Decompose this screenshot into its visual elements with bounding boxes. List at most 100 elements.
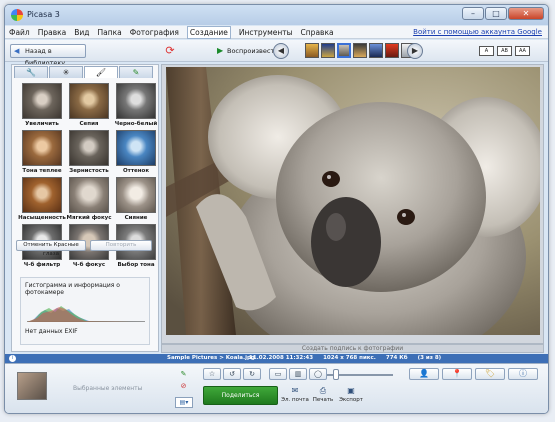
prev-photo-button[interactable]: ◀ — [273, 43, 289, 59]
rotate-left-button[interactable]: ↺ — [223, 368, 241, 380]
menu-bar: Файл Правка Вид Папка Фотография Создани… — [5, 26, 548, 39]
next-photo-button[interactable]: ▶ — [407, 43, 423, 59]
back-to-library-button[interactable]: Назад в библиотеку — [10, 44, 86, 67]
koala-photo[interactable] — [166, 67, 540, 335]
menu-item-edit[interactable]: Правка — [38, 28, 67, 39]
zoom-out-icon[interactable]: ◯ — [309, 368, 327, 380]
menu-item-folder[interactable]: Папка — [98, 28, 122, 39]
effect-bw[interactable]: Черно-белый — [114, 83, 158, 128]
effect-label: Черно-белый — [114, 121, 158, 127]
histogram-graph — [27, 300, 145, 322]
print-action[interactable]: ⎙ Печать — [309, 386, 337, 403]
effect-label: Увеличить — [25, 121, 59, 127]
zoom-slider-handle[interactable] — [333, 369, 339, 380]
caption-toggle-a[interactable]: A — [479, 46, 494, 56]
effect-tint[interactable]: Оттенок — [114, 130, 158, 175]
menu-item-view[interactable]: Вид — [74, 28, 89, 39]
effect-film-grain[interactable]: Зернистость — [67, 130, 111, 175]
effect-glow[interactable]: Сияние — [114, 177, 158, 222]
filmstrip-thumb[interactable] — [369, 43, 383, 58]
export-action[interactable]: ▣ Экспорт — [337, 386, 365, 403]
tab-more-effects[interactable]: ✎ — [119, 66, 153, 78]
view-single-button[interactable]: ▭ — [269, 368, 287, 380]
effect-thumbnail — [69, 130, 109, 166]
undo-redeye-button[interactable]: Отменить Красные глаза — [16, 240, 86, 257]
filmstrip-thumb-selected[interactable] — [337, 43, 351, 58]
effect-thumbnail — [116, 177, 156, 213]
info-icon[interactable]: i — [9, 355, 16, 362]
tab-effects[interactable]: 🖌 — [84, 66, 118, 78]
right-tools: 👤 📍 🏷 ⓘ — [409, 368, 538, 380]
view-compare-button[interactable]: ▥ — [289, 368, 307, 380]
folder-icon: ▣ — [347, 386, 355, 395]
share-button[interactable]: Поделиться — [203, 386, 278, 405]
filmstrip-thumb[interactable] — [305, 43, 319, 58]
tab-tuning[interactable]: ✳ — [49, 66, 83, 78]
export-label: Экспорт — [339, 397, 363, 403]
tag-icon[interactable]: 🏷 — [475, 368, 505, 380]
photo-position: (3 из 8) — [417, 355, 442, 361]
effect-thumbnail — [22, 177, 62, 213]
menu-item-photo[interactable]: Фотография — [130, 28, 179, 39]
effect-thumbnail — [69, 177, 109, 213]
effect-label: Ч-б фильтр — [23, 262, 61, 268]
effect-sharpen[interactable]: Увеличить — [20, 83, 64, 128]
brush-icon: 🖌 — [95, 68, 107, 77]
rotate-right-button[interactable]: ↻ — [243, 368, 261, 380]
google-signin-link[interactable]: Войти с помощью аккаунта Google — [413, 28, 542, 36]
tray-menu-button[interactable]: ▤▾ — [175, 397, 193, 408]
filmstrip-thumb[interactable] — [321, 43, 335, 58]
red-eye-icon[interactable]: ⟳ — [163, 44, 177, 58]
caption-toggle-group: A AB AA — [479, 46, 530, 56]
photo-size: 774 Кб — [385, 355, 408, 361]
redo-button[interactable]: Повторить — [90, 240, 152, 251]
effect-soft-focus[interactable]: Мягкий фокус — [66, 177, 112, 222]
filmstrip-thumb[interactable] — [385, 43, 399, 58]
printer-icon: ⎙ — [319, 386, 327, 395]
tab-basic-fixes[interactable]: 🔧 — [14, 66, 48, 78]
effect-label: Сияние — [124, 215, 148, 221]
pin-icon[interactable]: ✎ — [179, 370, 188, 379]
effect-thumbnail — [116, 83, 156, 119]
effect-label: Мягкий фокус — [66, 215, 112, 221]
effect-label: Сепия — [79, 121, 99, 127]
photo-date: 11.02.2008 11:32:43 — [249, 355, 314, 361]
effect-thumbnail — [22, 83, 62, 119]
star-button[interactable]: ☆ — [203, 368, 221, 380]
edit-panel: 🔧 ✳ 🖌 ✎ Увеличить Сепия Черно-белый Тона… — [11, 64, 159, 352]
photo-path[interactable]: Sample Pictures > Koala.jpg — [167, 354, 255, 363]
picasa-window: Picasa 3 – □ ✕ Файл Правка Вид Папка Фот… — [4, 4, 549, 414]
menu-item-create[interactable]: Создание — [186, 26, 231, 39]
effect-sepia[interactable]: Сепия — [67, 83, 111, 128]
maximize-button[interactable]: □ — [485, 7, 507, 20]
geotag-icon[interactable]: 📍 — [442, 368, 472, 380]
effect-label: Насыщенность — [18, 215, 66, 221]
menu-item-tools[interactable]: Инструменты — [239, 28, 293, 39]
effect-saturation[interactable]: Насыщенность — [18, 177, 66, 222]
play-slideshow-button[interactable]: Воспроизвести — [217, 44, 278, 58]
effect-warmify[interactable]: Тона теплее — [20, 130, 64, 175]
filmstrip-thumb[interactable] — [353, 43, 367, 58]
status-bar: i Sample Pictures > Koala.jpg 11.02.2008… — [5, 354, 548, 363]
email-action[interactable]: ✉ Эл. почта — [281, 386, 309, 403]
caption-toggle-aa[interactable]: AA — [515, 46, 530, 56]
close-button[interactable]: ✕ — [508, 7, 544, 20]
menu-item-file[interactable]: Файл — [9, 28, 30, 39]
effect-thumbnail — [69, 83, 109, 119]
window-controls: – □ ✕ — [462, 7, 544, 20]
effect-label: Оттенок — [122, 168, 150, 174]
properties-icon[interactable]: ⓘ — [508, 368, 538, 380]
caption-toggle-ab[interactable]: AB — [497, 46, 512, 56]
filmstrip — [305, 43, 415, 58]
clear-tray-icon[interactable]: ⊘ — [179, 382, 188, 391]
tray-thumbnail[interactable] — [17, 372, 47, 400]
wrench-icon: 🔧 — [26, 68, 36, 77]
sun-icon: ✳ — [62, 68, 70, 77]
caption-input[interactable]: Создать подпись к фотографии — [161, 344, 544, 353]
minimize-button[interactable]: – — [462, 7, 484, 20]
photo-tools: ☆ ↺ ↻ ▭ ▥ ◯ — [203, 368, 327, 380]
menu-item-help[interactable]: Справка — [301, 28, 334, 39]
histogram-panel: Гистограмма и информация о фотокамере Не… — [20, 277, 150, 345]
people-icon[interactable]: 👤 — [409, 368, 439, 380]
email-icon: ✉ — [291, 386, 299, 395]
